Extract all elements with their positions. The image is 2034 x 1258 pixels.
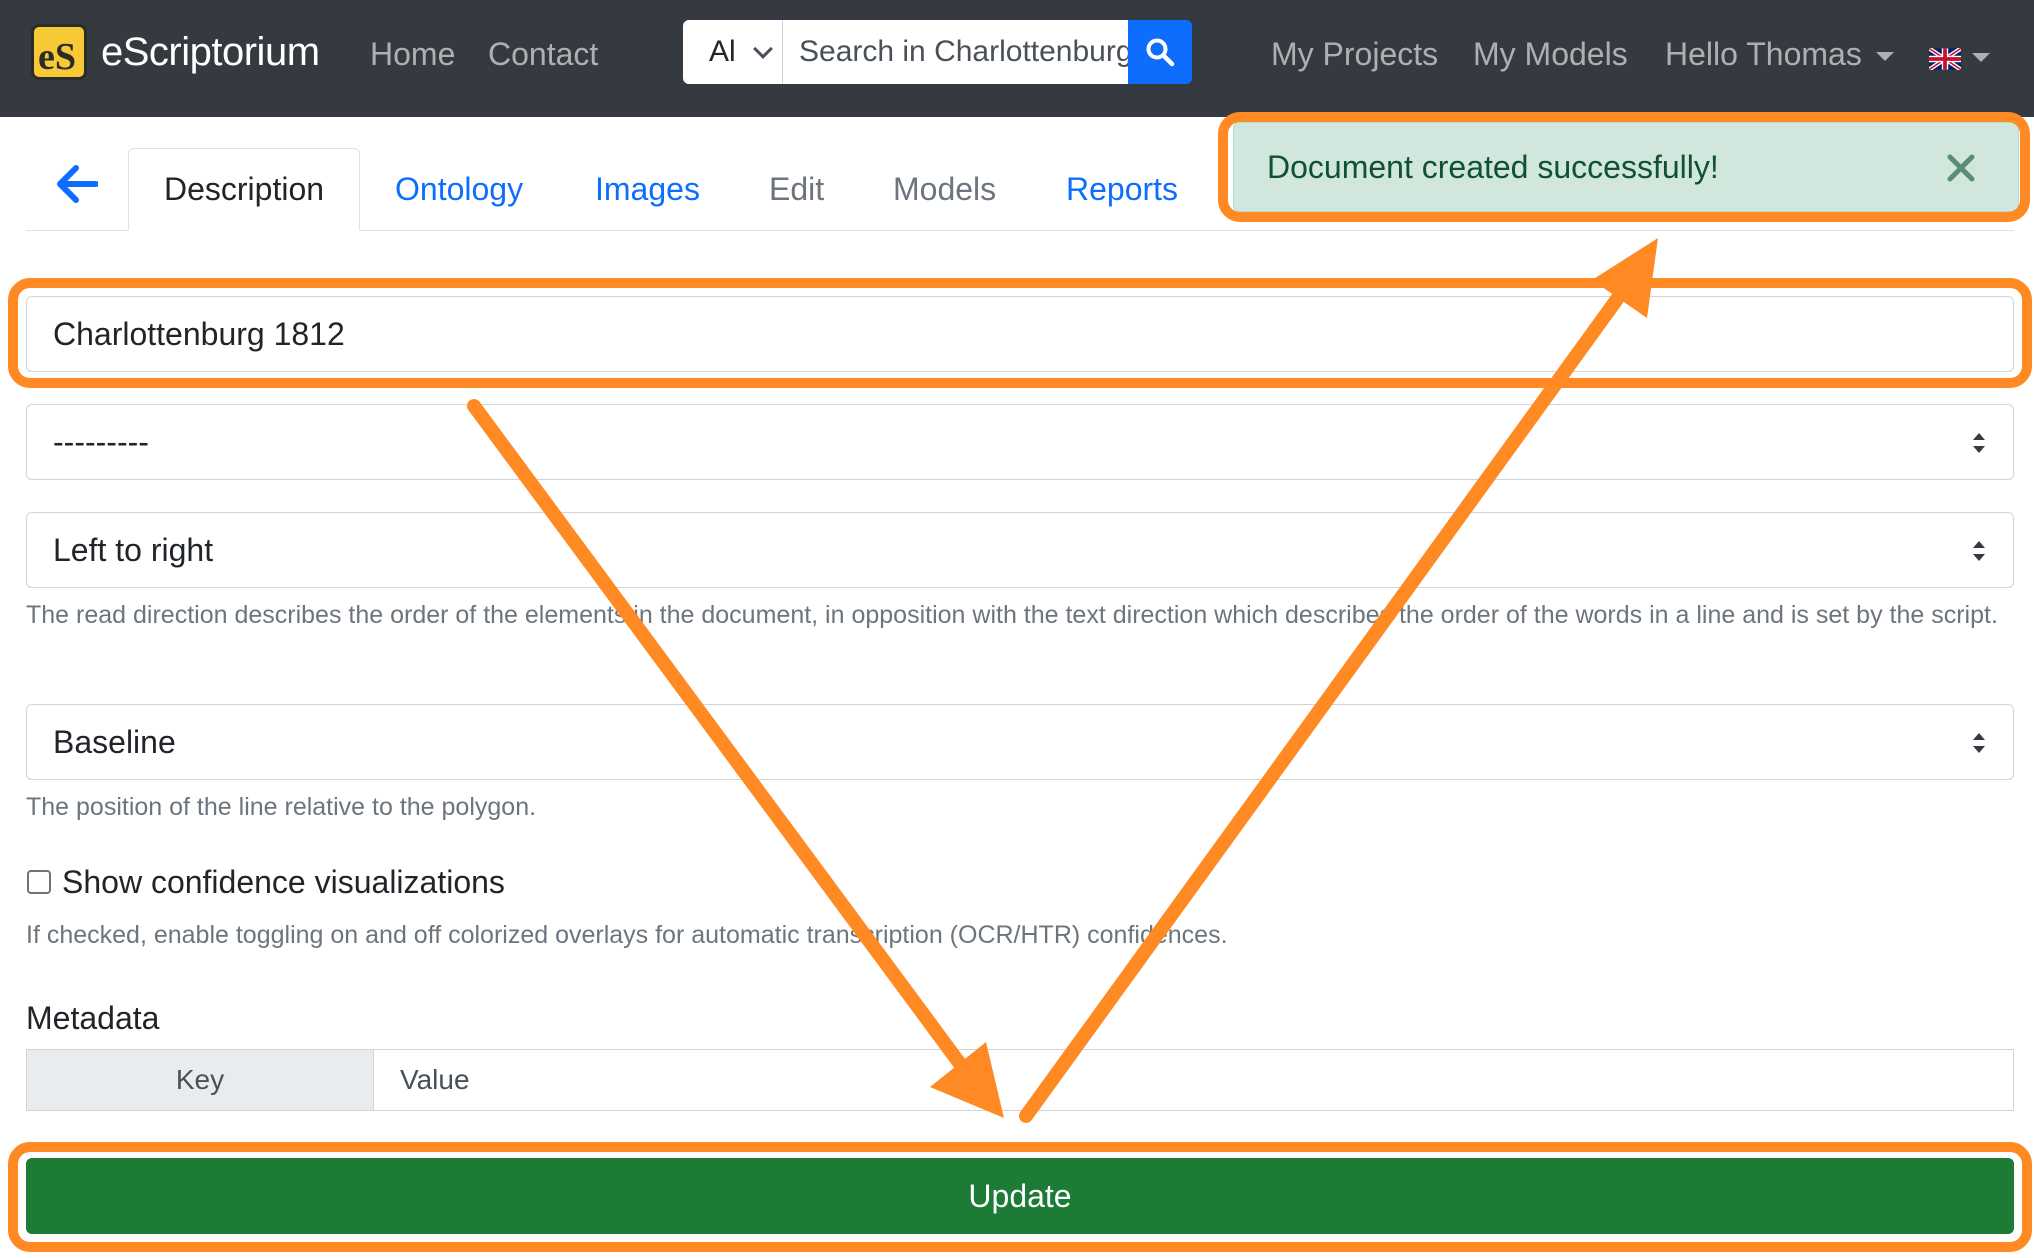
brand-name: eScriptorium xyxy=(101,29,320,74)
brand-logo: eS xyxy=(31,24,87,80)
document-name-input[interactable] xyxy=(26,296,2014,372)
search-icon xyxy=(1146,38,1175,67)
read-direction-help: The read direction describes the order o… xyxy=(26,601,1998,629)
main-script-select[interactable]: --------- xyxy=(26,404,2014,480)
nav-contact[interactable]: Contact xyxy=(488,36,598,73)
user-menu-toggle[interactable]: Hello Thomas xyxy=(1665,36,1894,73)
page: eS eScriptorium Home Contact Al My Proje… xyxy=(0,0,2034,1258)
alert-message: Document created successfully! xyxy=(1267,148,1719,185)
search-scope-value: Al xyxy=(709,35,736,68)
tab-reports[interactable]: Reports xyxy=(1066,148,1178,231)
line-position-value: Baseline xyxy=(53,723,176,760)
confidence-checkbox[interactable] xyxy=(27,870,51,894)
tab-ontology[interactable]: Ontology xyxy=(395,148,523,231)
read-direction-value: Left to right xyxy=(53,531,214,568)
close-icon[interactable] xyxy=(1944,151,1978,185)
metadata-table: Key Value xyxy=(26,1049,2014,1111)
brand-link[interactable]: eS eScriptorium xyxy=(31,24,320,80)
tab-models[interactable]: Models xyxy=(893,148,996,231)
uk-flag-icon[interactable] xyxy=(1929,48,1961,70)
tab-images[interactable]: Images xyxy=(595,148,700,231)
nav-home[interactable]: Home xyxy=(370,36,455,73)
line-position-help: The position of the line relative to the… xyxy=(26,793,537,821)
back-arrow-icon[interactable] xyxy=(56,164,98,204)
metadata-key-header: Key xyxy=(27,1050,374,1110)
caret-down-icon xyxy=(1875,52,1894,62)
select-arrows-icon xyxy=(1973,433,1985,453)
read-direction-select[interactable]: Left to right xyxy=(26,512,2014,588)
brand-logo-text: eS xyxy=(38,36,76,78)
select-arrows-icon xyxy=(1973,733,1985,753)
search-input[interactable] xyxy=(783,20,1128,84)
metadata-title: Metadata xyxy=(26,1000,160,1036)
success-alert: Document created successfully! xyxy=(1233,122,2019,212)
metadata-value-input[interactable]: Value xyxy=(374,1050,470,1110)
tab-description[interactable]: Description xyxy=(128,148,360,231)
update-button[interactable]: Update xyxy=(26,1158,2014,1234)
confidence-help: If checked, enable toggling on and off c… xyxy=(26,921,1228,949)
top-navbar: eS eScriptorium Home Contact Al My Proje… xyxy=(0,0,2034,117)
search-group: Al xyxy=(683,20,1192,84)
nav-my-models[interactable]: My Models xyxy=(1473,36,1628,73)
line-position-select[interactable]: Baseline xyxy=(26,704,2014,780)
nav-my-projects[interactable]: My Projects xyxy=(1271,36,1438,73)
search-button[interactable] xyxy=(1128,20,1192,84)
chevron-down-icon xyxy=(753,39,773,59)
main-script-value: --------- xyxy=(53,423,149,460)
tab-edit[interactable]: Edit xyxy=(769,148,824,231)
confidence-label[interactable]: Show confidence visualizations xyxy=(62,864,505,901)
search-scope-select[interactable]: Al xyxy=(683,20,783,84)
language-caret-icon[interactable] xyxy=(1972,53,1990,62)
select-arrows-icon xyxy=(1973,541,1985,561)
user-menu-label: Hello Thomas xyxy=(1665,36,1862,72)
